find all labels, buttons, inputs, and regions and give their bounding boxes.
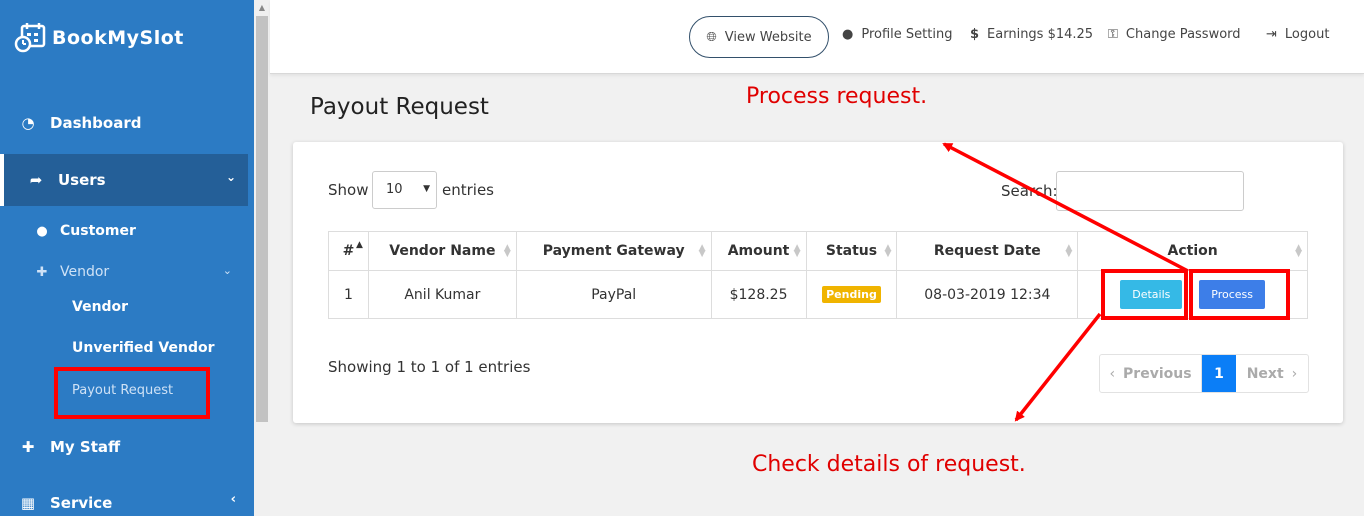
cell-status: Pending — [805, 270, 898, 319]
change-password-label: Change Password — [1125, 27, 1241, 42]
sidebar-item-vendor[interactable]: Vendor — [72, 299, 128, 315]
pagination-page-1[interactable]: 1 — [1202, 355, 1236, 392]
dashboard-icon: ◔ — [21, 114, 35, 132]
caret-down-icon: ▼ — [423, 184, 430, 194]
sort-icon: ▲ ▼ — [793, 243, 801, 259]
pagination-previous-label: Previous — [1123, 365, 1192, 382]
entries-label: entries — [442, 181, 494, 199]
logout-icon: ⇥ — [1266, 27, 1277, 42]
entries-per-page-value: 10 — [386, 182, 403, 197]
globe-icon: 🌐︎ — [706, 29, 717, 45]
chevron-down-icon: ⌄ — [225, 170, 236, 184]
details-highlight-box — [1101, 269, 1188, 320]
column-header-request-date[interactable]: Request Date ▲ ▼ — [896, 231, 1079, 271]
sidebar-item-dashboard[interactable]: ◔ Dashboard — [0, 108, 254, 138]
key-icon: ⚿ — [1108, 27, 1118, 42]
chevron-left-icon: ‹ — [230, 492, 236, 507]
sidebar-item-service[interactable]: ▦ Service ‹ — [0, 490, 254, 516]
top-navbar: 🌐︎ View Website ● Profile Setting $ Earn… — [270, 0, 1364, 74]
entries-per-page-select[interactable]: 10 ▼ — [372, 171, 437, 209]
pagination: ‹ Previous 1 Next › — [1099, 354, 1309, 393]
view-website-label: View Website — [724, 29, 812, 45]
column-header-amount[interactable]: Amount ▲ ▼ — [710, 231, 807, 271]
sidebar: BookMySlot ◔ Dashboard ➦ Users ⌄ ● Custo… — [0, 0, 254, 516]
sidebar-item-label: Payout Request — [72, 383, 174, 398]
user-icon: ● — [36, 223, 48, 239]
cell-payment-gateway: PayPal — [515, 270, 712, 319]
logout-label: Logout — [1284, 27, 1330, 42]
pagination-next[interactable]: Next › — [1236, 355, 1308, 392]
change-password-link[interactable]: ⚿ Change Password — [1108, 27, 1241, 42]
sidebar-item-label: Users — [58, 171, 106, 189]
sidebar-item-label: Service — [50, 494, 113, 512]
view-website-button[interactable]: 🌐︎ View Website — [689, 16, 829, 58]
pagination-previous[interactable]: ‹ Previous — [1100, 355, 1202, 392]
sidebar-item-customer[interactable]: ● Customer — [0, 220, 254, 242]
dollar-icon: $ — [970, 27, 980, 42]
column-header-action[interactable]: Action ▲ ▼ — [1077, 231, 1308, 271]
process-highlight-box — [1189, 269, 1290, 320]
annotation-process-note: Process request. — [746, 84, 928, 109]
brand-logo[interactable]: BookMySlot — [14, 22, 184, 54]
sort-icon: ▲ ▼ — [1295, 243, 1302, 259]
sidebar-item-my-staff[interactable]: ✚ My Staff — [0, 434, 254, 460]
scroll-up-arrow-icon[interactable]: ▲ — [254, 0, 270, 16]
sidebar-item-label: My Staff — [50, 438, 121, 456]
chevron-right-icon: › — [1291, 365, 1298, 382]
earnings-link[interactable]: $ Earnings $14.25 — [970, 27, 1093, 42]
search-label: Search: — [1001, 182, 1058, 200]
page-title: Payout Request — [310, 94, 489, 120]
chevron-down-icon: ⌄ — [222, 264, 232, 277]
chevron-left-icon: ‹ — [1109, 365, 1116, 382]
cell-amount: $128.25 — [710, 270, 807, 319]
earnings-label: Earnings $14.25 — [987, 27, 1094, 42]
column-header-vendor-name[interactable]: Vendor Name ▲ ▼ — [367, 231, 517, 271]
show-label: Show — [328, 181, 369, 199]
search-input[interactable] — [1056, 171, 1244, 211]
sidebar-item-vendor-group[interactable]: ✚ Vendor ⌄ — [0, 261, 254, 283]
profile-setting-link[interactable]: ● Profile Setting — [842, 27, 952, 42]
sort-icon: ▲ ▼ — [698, 243, 706, 259]
pagination-next-label: Next — [1246, 365, 1284, 382]
cell-request-date: 08-03-2019 12:34 — [896, 270, 1079, 319]
user-plus-icon: ✚ — [21, 438, 35, 456]
sidebar-item-label: Dashboard — [50, 114, 142, 132]
sort-icon: ▲ ▼ — [503, 243, 511, 259]
column-header-status[interactable]: Status ▲ ▼ — [805, 231, 898, 271]
annotation-details-note: Check details of request. — [752, 452, 1026, 477]
status-badge: Pending — [822, 286, 881, 303]
share-arrow-icon: ➦ — [29, 171, 43, 189]
calendar-clock-icon — [14, 23, 46, 53]
sidebar-item-label: Vendor — [60, 264, 110, 280]
logout-link[interactable]: ⇥ Logout — [1266, 27, 1329, 42]
user-plus-icon: ✚ — [36, 264, 48, 280]
sort-icon: ▲ ▼ — [884, 243, 892, 259]
showing-entries-info: Showing 1 to 1 of 1 entries — [328, 358, 531, 376]
sidebar-item-users[interactable]: ➦ Users ⌄ — [0, 154, 248, 206]
calendar-icon: ▦ — [20, 494, 36, 512]
cell-number: 1 — [328, 270, 369, 319]
sidebar-item-payout-request[interactable]: Payout Request — [54, 367, 210, 419]
brand-name: BookMySlot — [52, 27, 184, 49]
column-header-payment-gateway[interactable]: Payment Gateway ▲ ▼ — [515, 231, 712, 271]
user-icon: ● — [842, 27, 854, 42]
column-header-number[interactable]: # ▲ — [328, 231, 369, 271]
sort-icon: ▲ ▼ — [1065, 243, 1073, 259]
sidebar-item-unverified-vendor[interactable]: Unverified Vendor — [72, 340, 215, 356]
sidebar-scrollbar[interactable]: ▲ — [254, 0, 270, 516]
cell-vendor-name: Anil Kumar — [367, 270, 517, 319]
sort-asc-icon: ▲ — [356, 240, 363, 250]
sidebar-item-label: Customer — [60, 223, 136, 239]
table-header-row: # ▲ Vendor Name ▲ ▼ Payment Gateway ▲ ▼ Amoun… — [328, 231, 1308, 271]
profile-setting-label: Profile Setting — [861, 27, 953, 42]
scroll-thumb[interactable] — [256, 16, 268, 422]
